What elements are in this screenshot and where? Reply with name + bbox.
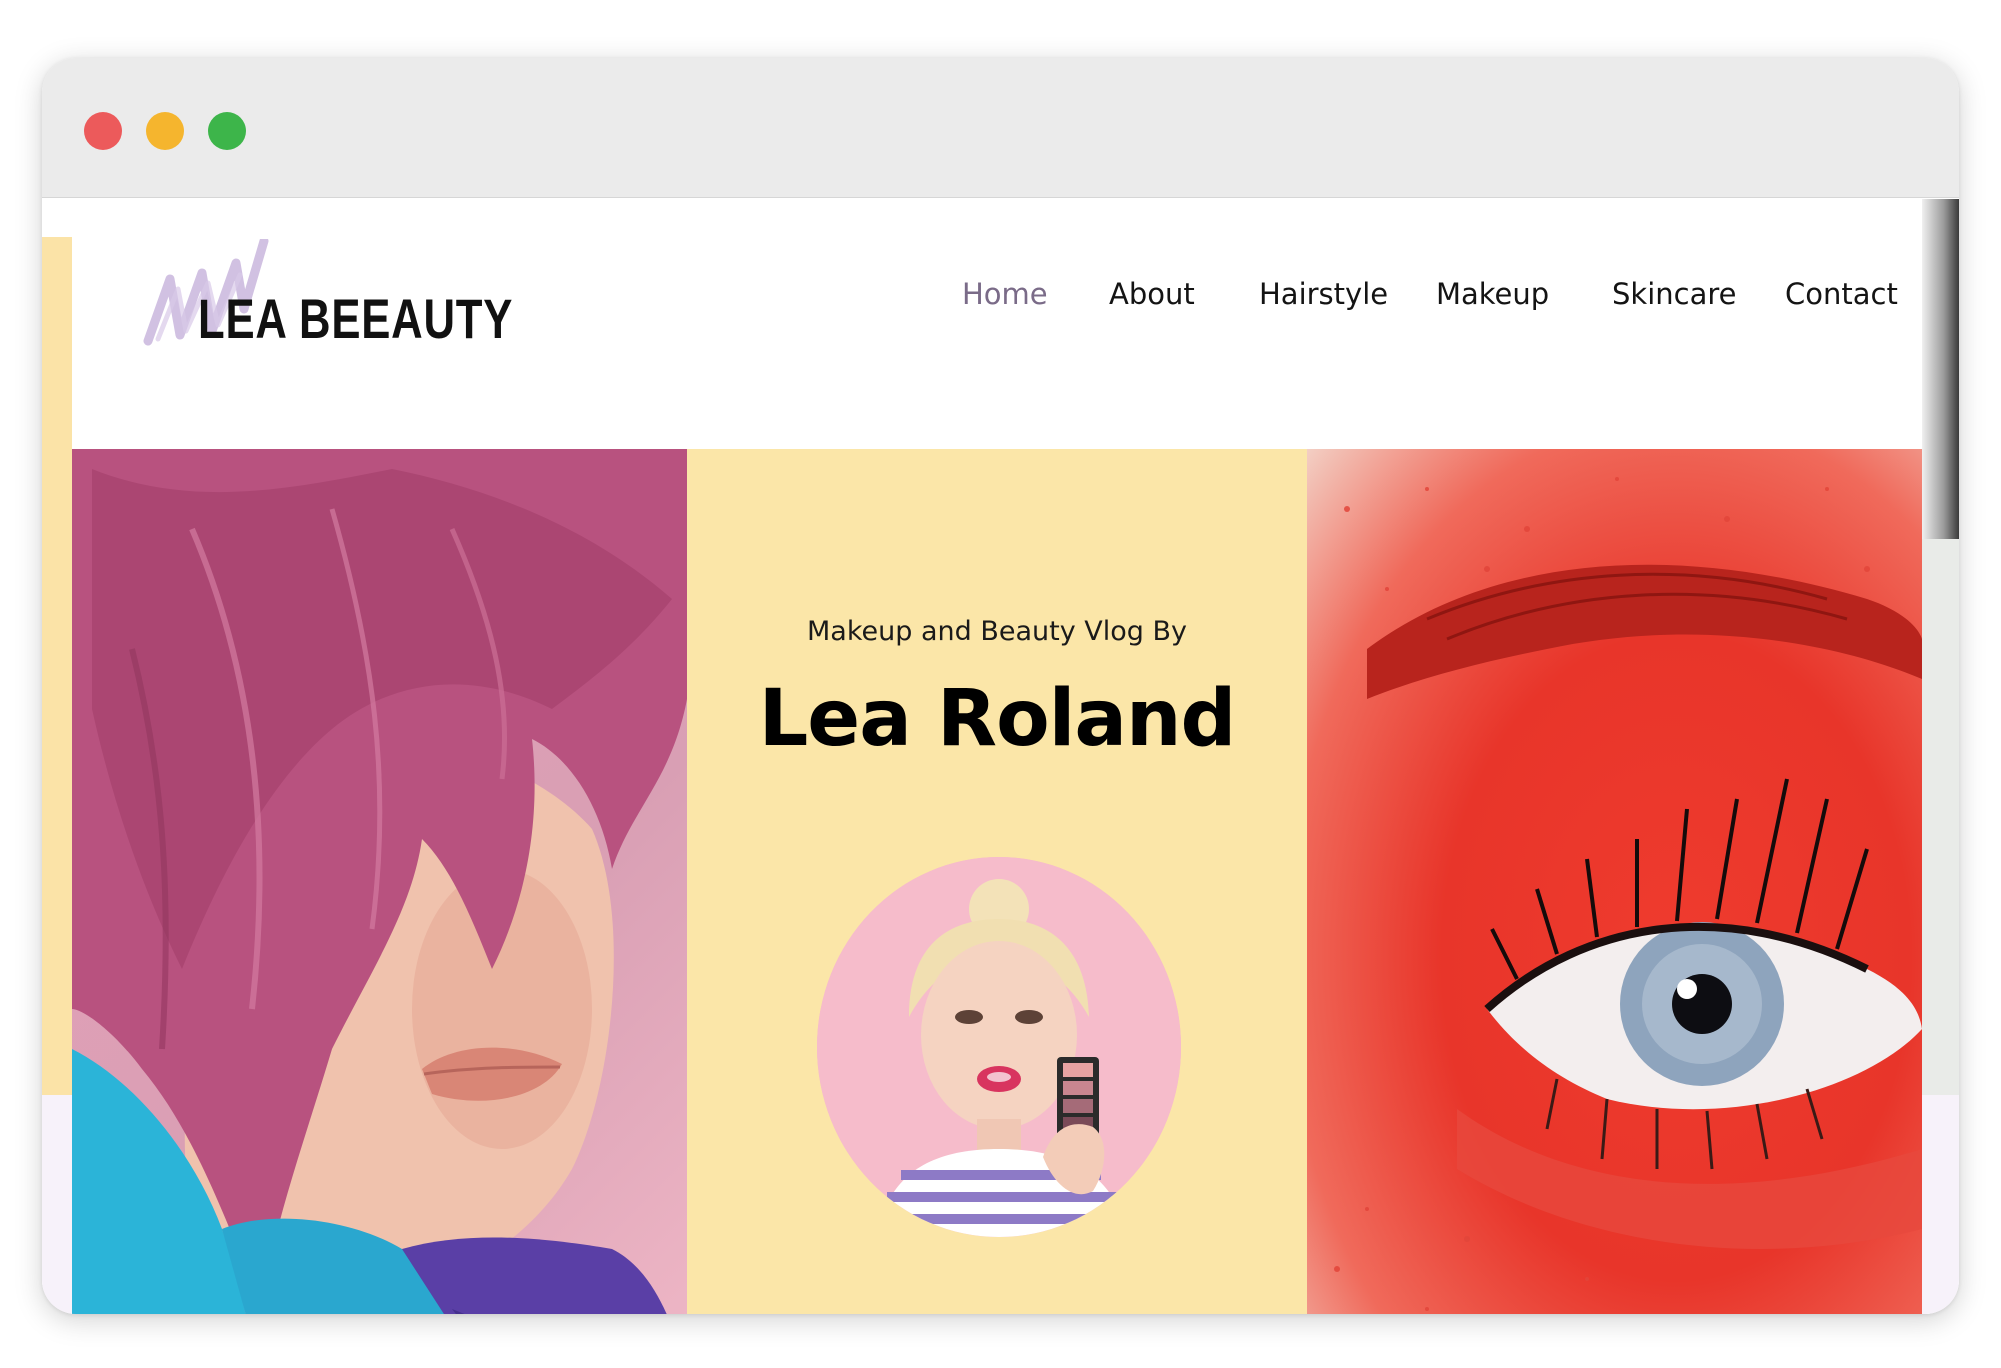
browser-window: LEA BEEAUTY Home About Hairstyle Makeup … xyxy=(42,58,1959,1314)
background-decoration-right xyxy=(1921,199,1959,539)
window-minimize-button[interactable] xyxy=(146,112,184,150)
nav-item-contact[interactable]: Contact xyxy=(1785,269,1898,319)
red-eye-makeup-image xyxy=(1334,477,1922,1311)
background-decoration-left xyxy=(42,237,72,1095)
blogger-avatar xyxy=(817,857,1181,1237)
hero-subtitle: Makeup and Beauty Vlog By xyxy=(807,616,1187,647)
hero-center-panel: Makeup and Beauty Vlog By Lea Roland xyxy=(687,449,1307,1314)
window-close-button[interactable] xyxy=(84,112,122,150)
nav-item-about[interactable]: About xyxy=(1109,269,1195,319)
browser-viewport: LEA BEEAUTY Home About Hairstyle Makeup … xyxy=(42,199,1959,1314)
browser-titlebar xyxy=(42,58,1959,198)
nav-item-home[interactable]: Home xyxy=(962,269,1048,319)
hero-name: Lea Roland xyxy=(758,674,1237,764)
nav-item-hairstyle[interactable]: Hairstyle xyxy=(1259,269,1388,319)
nav-item-makeup[interactable]: Makeup xyxy=(1436,269,1549,319)
pink-hair-portrait-image xyxy=(72,449,687,1314)
hero-image-red-eye-makeup xyxy=(1307,449,1922,1314)
blogger-portrait-image xyxy=(817,857,1181,1237)
website-page: LEA BEEAUTY Home About Hairstyle Makeup … xyxy=(72,199,1922,1314)
window-maximize-button[interactable] xyxy=(208,112,246,150)
hero-section: Makeup and Beauty Vlog By Lea Roland xyxy=(72,449,1922,1314)
site-logo[interactable]: LEA BEEAUTY xyxy=(140,239,512,349)
nav-item-skincare[interactable]: Skincare xyxy=(1612,269,1736,319)
logo-text: LEA BEEAUTY xyxy=(198,287,514,350)
hero-image-pink-hair xyxy=(72,449,687,1314)
background-decoration-right-lower xyxy=(1921,539,1959,1095)
